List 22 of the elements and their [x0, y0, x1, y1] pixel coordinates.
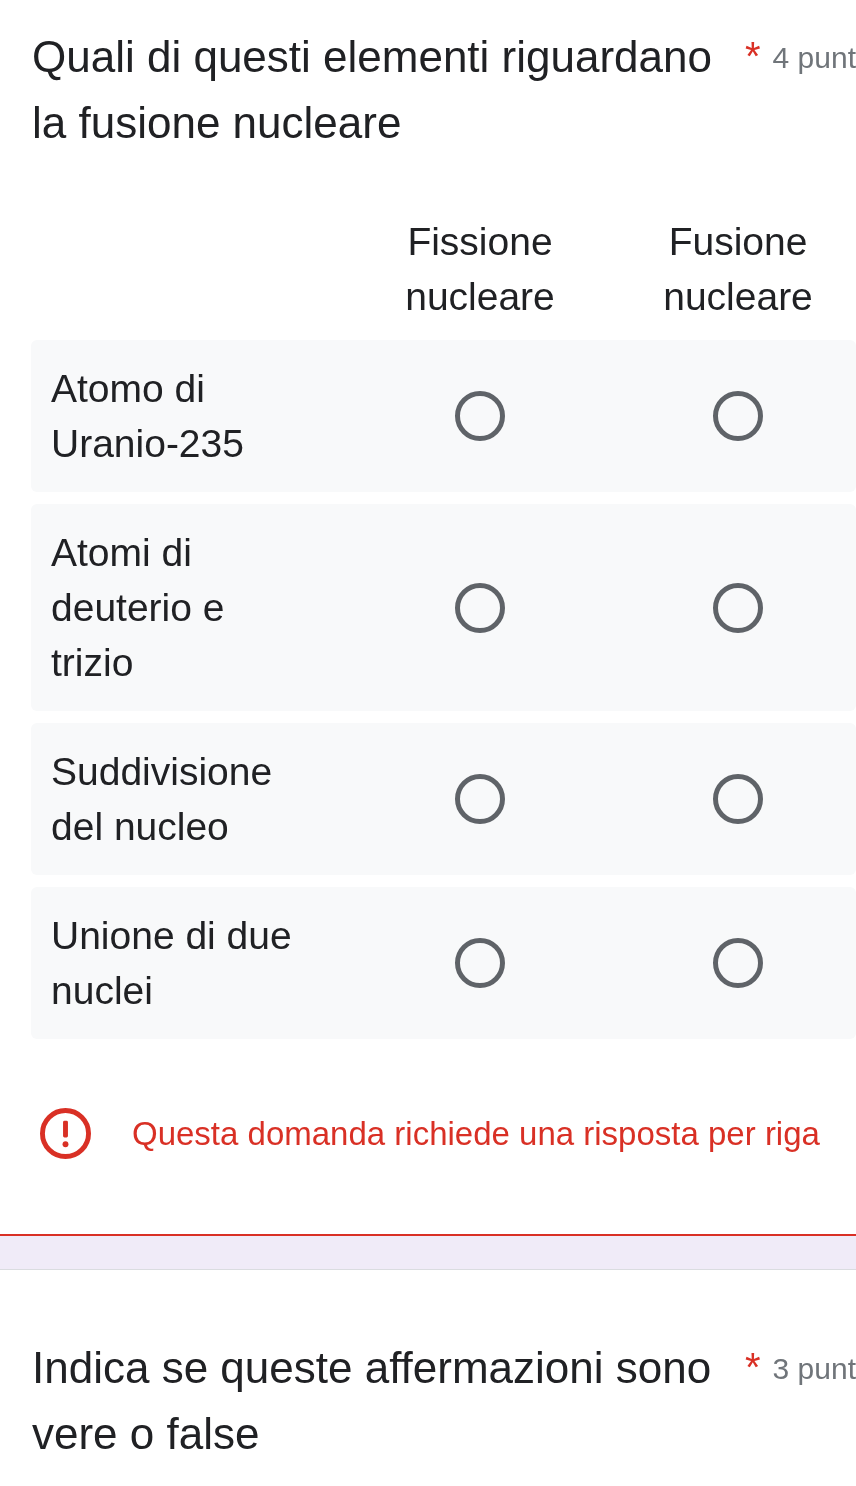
column-header: Fissione nucleare — [405, 219, 555, 320]
question-title: Quali di questi elementi riguardano la fusione nucleare — [32, 31, 713, 149]
radio-button[interactable] — [455, 774, 505, 824]
radio-button[interactable] — [713, 774, 763, 824]
row-label: Atomi di deuterio e trizio — [51, 530, 226, 686]
error-message: Questa domanda richiede una risposta per riga — [132, 1113, 820, 1154]
error-icon — [40, 1108, 91, 1159]
points-label: 3 punt — [772, 1351, 856, 1387]
radio-button[interactable] — [455, 391, 505, 441]
row-label: Suddivisione del nucleo — [51, 749, 274, 850]
radio-button[interactable] — [455, 938, 505, 988]
column-header: Fusione nucleare — [663, 219, 813, 320]
radio-button[interactable] — [713, 938, 763, 988]
row-label: Atomo di Uranio-235 — [51, 366, 245, 467]
points-label: 4 punt — [772, 40, 856, 76]
row-label: Unione di due nuclei — [51, 913, 293, 1014]
required-mark: * — [745, 1347, 761, 1387]
radio-button[interactable] — [713, 582, 763, 633]
question-title: Indica se queste affermazioni sono vere o false — [32, 1342, 713, 1460]
required-mark: * — [745, 36, 761, 76]
radio-button[interactable] — [713, 391, 763, 441]
radio-button[interactable] — [455, 582, 505, 633]
